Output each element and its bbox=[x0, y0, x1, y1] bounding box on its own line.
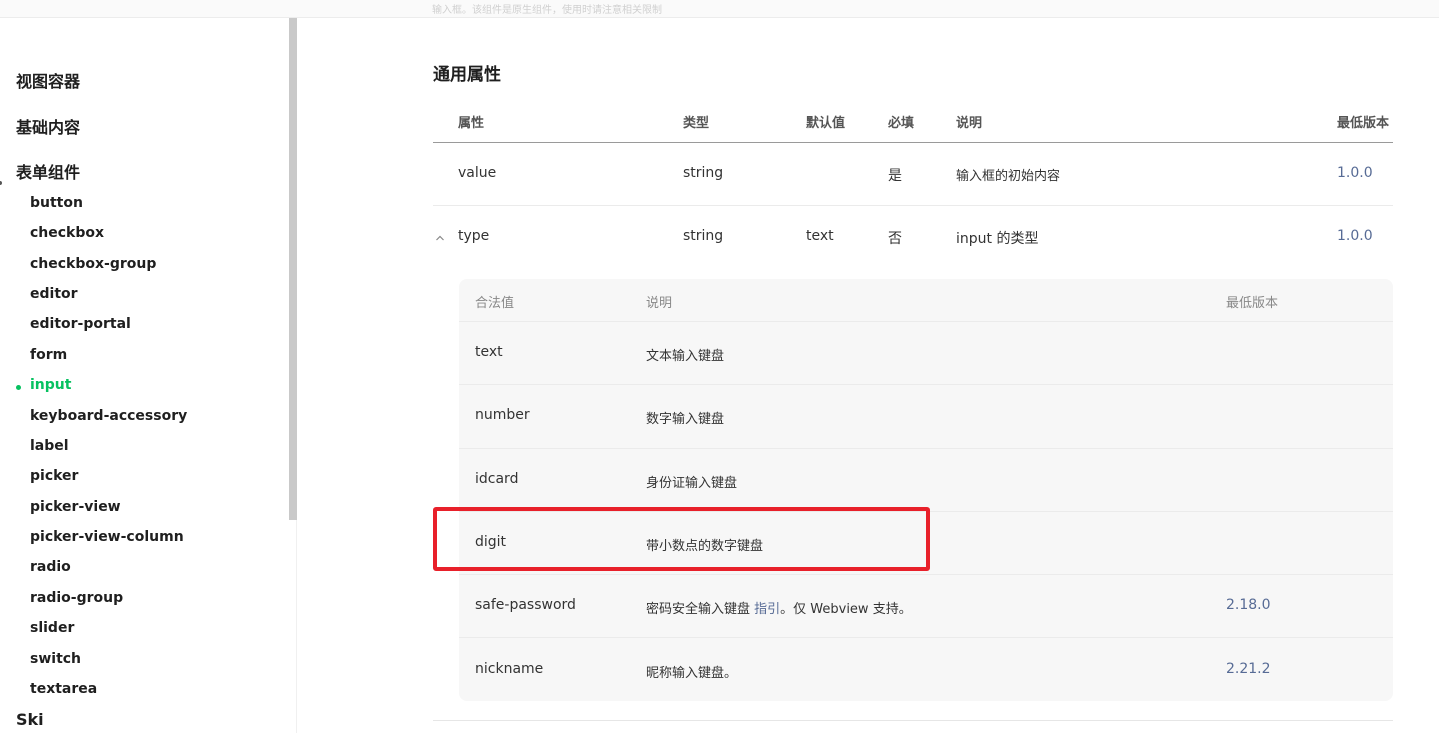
row-type-required: 否 bbox=[888, 231, 902, 247]
subtable-divider bbox=[459, 448, 1393, 449]
sidebar-item-picker-view[interactable]: picker-view bbox=[30, 499, 121, 515]
subtable-row-text-desc: 文本输入键盘 bbox=[646, 349, 725, 364]
subtable-row-idcard-desc: 身份证输入键盘 bbox=[646, 476, 738, 491]
row-type-version: 1.0.0 bbox=[1337, 228, 1373, 244]
safe-password-desc-suffix: 。仅 Webview 支持。 bbox=[780, 602, 912, 617]
guide-link[interactable]: 指引 bbox=[754, 602, 780, 617]
sidebar-item-label[interactable]: label bbox=[30, 438, 69, 454]
sidebar-item-input[interactable]: input bbox=[30, 377, 71, 393]
section-title: 通用属性 bbox=[433, 65, 501, 85]
bullet-icon bbox=[0, 181, 2, 185]
row-value-type: string bbox=[683, 165, 724, 181]
row-type-desc: input 的类型 bbox=[956, 231, 1039, 247]
column-header-required: 必填 bbox=[888, 116, 915, 131]
subtable-divider bbox=[459, 574, 1393, 575]
sidebar-item-slider[interactable]: slider bbox=[30, 620, 74, 636]
subtable-header-desc: 说明 bbox=[646, 296, 673, 311]
sidebar-item-editor[interactable]: editor bbox=[30, 286, 78, 302]
sidebar-item-textarea[interactable]: textarea bbox=[30, 681, 97, 697]
safe-password-desc-text: 密码安全输入键盘 bbox=[646, 602, 755, 617]
subtable-header-value: 合法值 bbox=[475, 296, 515, 311]
table-bottom-divider bbox=[433, 720, 1393, 721]
subtable-row-nickname-value: nickname bbox=[475, 661, 544, 677]
column-header-desc: 说明 bbox=[956, 116, 983, 131]
row-value-required: 是 bbox=[888, 168, 902, 184]
column-header-type: 类型 bbox=[683, 116, 710, 131]
sidebar-scrollbar[interactable] bbox=[289, 18, 297, 520]
subtable-row-number-value: number bbox=[475, 407, 530, 423]
sidebar-item-picker[interactable]: picker bbox=[30, 468, 78, 484]
sidebar-category-basic-content[interactable]: 基础内容 bbox=[16, 114, 80, 138]
sidebar-item-picker-view-column[interactable]: picker-view-column bbox=[30, 529, 184, 545]
column-header-version: 最低版本 bbox=[1337, 116, 1390, 131]
column-header-attr: 属性 bbox=[458, 116, 485, 131]
header-divider bbox=[433, 142, 1393, 143]
row-type-attr[interactable]: type bbox=[458, 228, 489, 244]
subtable-row-safe-password-value: safe-password bbox=[475, 597, 576, 613]
row-type-default: text bbox=[806, 228, 834, 244]
sidebar-item-keyboard-accessory[interactable]: keyboard-accessory bbox=[30, 408, 187, 424]
sidebar-item-checkbox-group[interactable]: checkbox-group bbox=[30, 256, 156, 272]
sidebar-item-button[interactable]: button bbox=[30, 195, 83, 211]
subtable-divider bbox=[459, 384, 1393, 385]
row-value-attr: value bbox=[458, 165, 497, 181]
row-value-desc: 输入框的初始内容 bbox=[956, 169, 1061, 184]
subtable-row-number-desc: 数字输入键盘 bbox=[646, 412, 725, 427]
subtable-row-nickname-version: 2.21.2 bbox=[1226, 661, 1271, 677]
column-header-default: 默认值 bbox=[806, 116, 846, 131]
subtable-divider bbox=[459, 321, 1393, 322]
top-bar: 输入框。该组件是原生组件，使用时请注意相关限制 bbox=[0, 0, 1439, 18]
active-indicator-icon bbox=[16, 385, 21, 390]
chevron-up-icon[interactable] bbox=[435, 233, 445, 243]
row-type-type: string bbox=[683, 228, 724, 244]
subtable-row-nickname-desc: 昵称输入键盘。 bbox=[646, 666, 738, 681]
main-content: 通用属性 属性 类型 默认值 必填 说明 最低版本 value string 是… bbox=[297, 18, 1439, 733]
sidebar-category-view-container[interactable]: 视图容器 bbox=[16, 68, 80, 92]
subtable-row-idcard-value: idcard bbox=[475, 471, 519, 487]
sidebar-item-radio[interactable]: radio bbox=[30, 559, 71, 575]
subtable-divider bbox=[459, 637, 1393, 638]
sidebar-item-form[interactable]: form bbox=[30, 347, 67, 363]
sidebar-item-switch[interactable]: switch bbox=[30, 651, 81, 667]
subtable-header-version: 最低版本 bbox=[1226, 296, 1279, 311]
subtable-row-safe-password-desc: 密码安全输入键盘 指引。仅 Webview 支持。 bbox=[646, 598, 912, 617]
highlight-box bbox=[433, 507, 930, 571]
sidebar: 视图容器 基础内容 表单组件 button checkbox checkbox-… bbox=[0, 18, 297, 733]
sidebar-item-radio-group[interactable]: radio-group bbox=[30, 590, 123, 606]
row-value-version: 1.0.0 bbox=[1337, 165, 1373, 181]
subtable-row-text-value: text bbox=[475, 344, 503, 360]
sidebar-item-editor-portal[interactable]: editor-portal bbox=[30, 316, 131, 332]
sidebar-category-form-components[interactable]: 表单组件 bbox=[16, 159, 80, 183]
sidebar-category-next[interactable]: Ski bbox=[16, 710, 44, 729]
subtable-row-safe-password-version: 2.18.0 bbox=[1226, 597, 1271, 613]
row-divider bbox=[433, 205, 1393, 206]
sidebar-item-checkbox[interactable]: checkbox bbox=[30, 225, 104, 241]
type-values-subtable: 合法值 说明 最低版本 text 文本输入键盘 number 数字输入键盘 id… bbox=[459, 279, 1393, 701]
top-bar-text: 输入框。该组件是原生组件，使用时请注意相关限制 bbox=[432, 5, 662, 16]
